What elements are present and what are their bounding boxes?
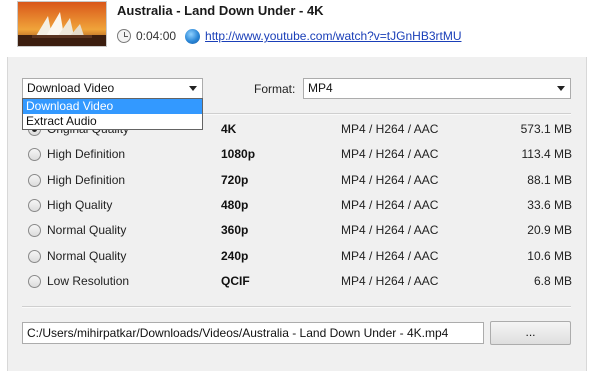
quality-size: 113.4 MB (521, 147, 572, 162)
video-url-link[interactable]: http://www.youtube.com/watch?v=tJGnHB3rt… (205, 29, 461, 43)
quality-option-row[interactable]: High Definition 720p MP4 / H264 / AAC 88.1 … (26, 171, 574, 191)
video-header: Australia - Land Down Under - 4K 0:04:00… (0, 0, 594, 57)
download-type-value: Download Video (27, 81, 115, 95)
quality-format: MP4 / H264 / AAC (341, 248, 439, 263)
quality-size: 6.8 MB (533, 273, 572, 288)
quality-name: Low Resolution (47, 273, 130, 288)
chevron-down-icon (557, 86, 565, 91)
quality-resolution: QCIF (221, 273, 250, 288)
globe-icon (185, 28, 201, 44)
quality-format: MP4 / H264 / AAC (341, 273, 439, 288)
video-duration: 0:04:00 (136, 29, 177, 43)
quality-name: Normal Quality (47, 248, 127, 263)
download-type-select[interactable]: Download Video (22, 78, 203, 99)
quality-name: High Definition (47, 147, 126, 162)
quality-option-row[interactable]: Low Resolution QCIF MP4 / H264 / AAC 6.8 MB (26, 272, 574, 292)
quality-option-row[interactable]: High Quality 480p MP4 / H264 / AAC 33.6 MB (26, 196, 574, 216)
quality-resolution: 360p (221, 223, 249, 238)
quality-radio[interactable] (28, 148, 41, 162)
quality-option-row[interactable]: Normal Quality 360p MP4 / H264 / AAC 20.9 M… (26, 221, 574, 241)
quality-resolution: 4K (221, 122, 237, 136)
clock-icon (117, 29, 131, 43)
quality-resolution: 720p (221, 172, 249, 187)
browse-button[interactable]: ... (490, 321, 571, 345)
format-select[interactable]: MP4 (303, 78, 571, 99)
quality-size: 573.1 MB (520, 122, 572, 136)
quality-option-row[interactable]: Normal Quality 240p MP4 / H264 / AAC 10.6 M… (26, 247, 574, 267)
save-path-field[interactable]: C:/Users/mihirpatkar/Downloads/Videos/Au… (22, 322, 484, 344)
quality-option-row[interactable]: High Definition 1080p MP4 / H264 / AAC 113.… (26, 145, 574, 165)
format-label: Format: (254, 82, 296, 96)
quality-format: MP4 / H264 / AAC (341, 122, 439, 136)
quality-name: Normal Quality (47, 223, 127, 238)
quality-name: High Quality (47, 197, 113, 212)
quality-resolution: 480p (221, 197, 249, 212)
quality-radio[interactable] (28, 224, 41, 238)
quality-name: High Definition (47, 172, 126, 187)
quality-radio[interactable] (28, 249, 41, 263)
quality-size: 33.6 MB (527, 197, 572, 212)
opera-house-thumbnail-image (18, 2, 106, 46)
quality-format: MP4 / H264 / AAC (341, 197, 439, 212)
quality-format: MP4 / H264 / AAC (341, 172, 439, 187)
quality-format: MP4 / H264 / AAC (341, 223, 439, 238)
quality-size: 88.1 MB (527, 172, 572, 187)
download-type-dropdown: Download Video Extract Audio (22, 98, 203, 130)
quality-size: 10.6 MB (527, 248, 572, 263)
format-value: MP4 (308, 81, 333, 95)
divider (22, 306, 571, 308)
quality-size: 20.9 MB (527, 223, 572, 238)
dropdown-option-extract-audio[interactable]: Extract Audio (23, 114, 202, 129)
quality-resolution: 240p (221, 248, 249, 263)
video-title: Australia - Land Down Under - 4K (117, 3, 324, 18)
quality-radio[interactable] (28, 274, 41, 288)
dropdown-option-download-video[interactable]: Download Video (23, 99, 202, 114)
chevron-down-icon (189, 86, 197, 91)
video-meta: 0:04:00 http://www.youtube.com/watch?v=t… (117, 27, 461, 45)
quality-radio[interactable] (28, 198, 41, 212)
quality-resolution: 1080p (221, 147, 256, 162)
quality-format: MP4 / H264 / AAC (341, 147, 439, 162)
video-thumbnail (17, 1, 107, 47)
quality-radio[interactable] (28, 173, 41, 187)
